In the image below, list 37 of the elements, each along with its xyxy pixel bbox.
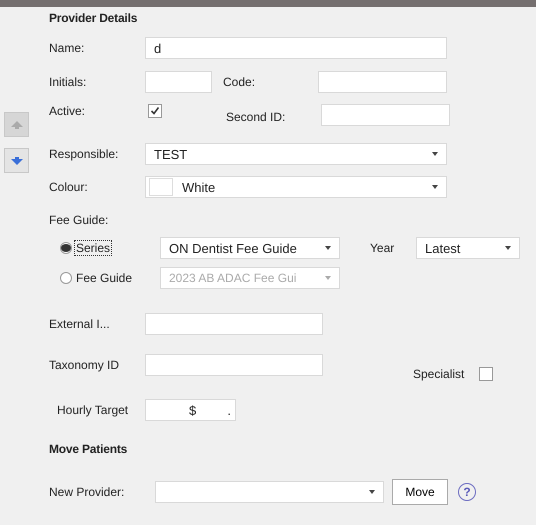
- up-arrow-icon: [10, 120, 22, 128]
- code-field[interactable]: [318, 71, 447, 93]
- help-icon[interactable]: ?: [458, 483, 476, 501]
- second-id-field[interactable]: [321, 104, 450, 126]
- taxonomy-id-field[interactable]: [145, 354, 323, 376]
- active-checkbox[interactable]: [148, 104, 162, 118]
- field-label: Initials:: [49, 75, 88, 89]
- field-label: Fee Guide:: [49, 213, 110, 227]
- down-arrow-icon: [10, 156, 22, 164]
- field-label: Second ID:: [226, 110, 286, 124]
- section-title: Move Patients: [49, 441, 128, 458]
- field-label: External I...: [49, 317, 111, 331]
- specialist-checkbox[interactable]: [479, 367, 494, 381]
- colour-dropdown[interactable]: White: [145, 176, 447, 198]
- check-icon: [150, 106, 160, 116]
- new-provider-dropdown[interactable]: [155, 481, 384, 503]
- field-label: Specialist: [413, 367, 464, 381]
- initials-field[interactable]: [145, 71, 212, 93]
- external-id-field[interactable]: [145, 313, 323, 335]
- field-label: Colour:: [49, 180, 89, 194]
- year-dropdown[interactable]: Latest: [416, 237, 520, 259]
- field-label: Year: [370, 241, 396, 255]
- field-label: New Provider:: [49, 485, 126, 499]
- field-label: Hourly Target: [56, 403, 130, 417]
- field-label: Active:: [49, 104, 86, 118]
- responsible-dropdown[interactable]: TEST: [145, 143, 447, 165]
- hourly-target-field[interactable]: $ .: [145, 399, 236, 421]
- move-down-button[interactable]: [4, 148, 29, 173]
- field-label: Name:: [49, 41, 86, 55]
- section-title: Provider Details: [49, 10, 138, 27]
- field-label: Responsible:: [49, 147, 120, 161]
- radio-option[interactable]: Series: [60, 240, 160, 256]
- name-field[interactable]: d: [145, 37, 447, 59]
- field-label: Code:: [223, 75, 256, 89]
- field-label: Taxonomy ID: [49, 358, 120, 372]
- move-button[interactable]: Move: [392, 479, 448, 505]
- fee-guide-dropdown[interactable]: ON Dentist Fee Guide: [160, 237, 340, 259]
